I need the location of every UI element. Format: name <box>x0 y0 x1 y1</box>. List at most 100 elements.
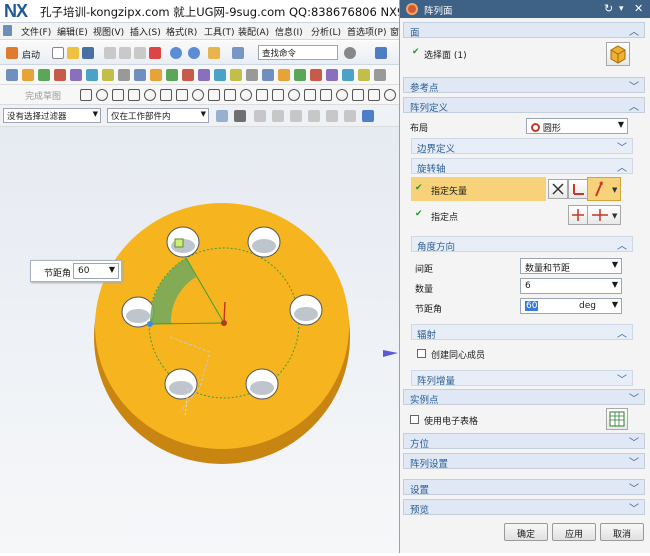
menu-file[interactable]: 文件(F) <box>21 25 51 38</box>
specify-vector-row[interactable]: ✔ 指定矢量 <box>411 177 546 201</box>
spreadsheet-checkbox[interactable] <box>410 415 419 424</box>
section-pattern-definition[interactable]: 阵列定义 ︿ <box>403 97 645 114</box>
feature-tool-icon[interactable] <box>118 69 130 81</box>
sketch-tool-icon[interactable] <box>144 89 156 101</box>
feature-tool-icon[interactable] <box>54 69 66 81</box>
sketch-tool-icon[interactable] <box>320 89 332 101</box>
section-instance-points[interactable]: 实例点 ﹀ <box>403 389 645 406</box>
select-face-button[interactable] <box>606 42 630 66</box>
sketch-tool-icon[interactable] <box>240 89 252 101</box>
repeat-command-icon[interactable] <box>208 47 220 59</box>
feature-tool-icon[interactable] <box>214 69 226 81</box>
endpoint-icon[interactable] <box>272 110 284 122</box>
sketch-tool-icon[interactable] <box>304 89 316 101</box>
sketch-tool-icon[interactable] <box>272 89 284 101</box>
sketch-tool-icon[interactable] <box>336 89 348 101</box>
center-icon[interactable] <box>308 110 320 122</box>
layout-select[interactable]: 圆形 ▼ <box>526 118 628 134</box>
select-arrow-icon[interactable] <box>234 110 246 122</box>
sketch-tool-icon[interactable] <box>208 89 220 101</box>
start-label[interactable]: 启动 <box>22 48 40 61</box>
new-file-icon[interactable] <box>52 47 64 59</box>
start-icon[interactable] <box>6 47 18 59</box>
count-input[interactable]: 6 ▼ <box>520 278 622 294</box>
sketch-tool-icon[interactable] <box>256 89 268 101</box>
vector-type-select[interactable]: ▼ <box>587 177 621 201</box>
layout-icon[interactable] <box>375 47 387 59</box>
quadrant-icon[interactable] <box>326 110 338 122</box>
point-type-select[interactable]: ▼ <box>587 205 621 225</box>
callout-input[interactable]: 60 ▼ <box>73 263 119 279</box>
menu-view[interactable]: 视图(V) <box>93 25 124 38</box>
sketch-tool-icon[interactable] <box>96 89 108 101</box>
section-rotation-axis[interactable]: 旋转轴 ︿ <box>411 158 633 175</box>
sketch-tool-icon[interactable] <box>384 89 396 101</box>
sketch-tool-icon[interactable] <box>352 89 364 101</box>
feature-tool-icon[interactable] <box>294 69 306 81</box>
feature-tool-icon[interactable] <box>134 69 146 81</box>
feature-tool-icon[interactable] <box>70 69 82 81</box>
feature-tool-icon[interactable] <box>102 69 114 81</box>
menu-assembly[interactable]: 装配(A) <box>238 25 269 38</box>
sketch-tool-icon[interactable] <box>80 89 92 101</box>
feature-tool-icon[interactable] <box>198 69 210 81</box>
feature-tool-icon[interactable] <box>22 69 34 81</box>
section-pattern-increment[interactable]: 阵列增量 ﹀ <box>411 370 633 387</box>
feature-tool-icon[interactable] <box>278 69 290 81</box>
feature-tool-icon[interactable] <box>262 69 274 81</box>
cube-view-icon[interactable] <box>362 110 374 122</box>
menu-analysis[interactable]: 分析(L) <box>311 25 341 38</box>
feature-tool-icon[interactable] <box>38 69 50 81</box>
feature-tool-icon[interactable] <box>326 69 338 81</box>
feature-tool-icon[interactable] <box>86 69 98 81</box>
save-icon[interactable] <box>82 47 94 59</box>
apply-button[interactable]: 应用 <box>552 523 596 541</box>
section-pattern-settings[interactable]: 阵列设置 ﹀ <box>403 453 645 470</box>
pitch-angle-input[interactable]: 60 deg ▼ <box>520 298 622 314</box>
feature-tool-icon[interactable] <box>246 69 258 81</box>
vector-dialog-button[interactable] <box>568 179 588 199</box>
scope-select[interactable]: 仅在工作部件内 ▼ <box>107 108 209 123</box>
point-dialog-button[interactable] <box>568 205 588 225</box>
feature-tool-icon[interactable] <box>310 69 322 81</box>
sketch-tool-icon[interactable] <box>224 89 236 101</box>
open-folder-icon[interactable] <box>67 47 79 59</box>
menu-icon[interactable] <box>3 25 12 36</box>
intersection-icon[interactable] <box>344 110 356 122</box>
window-icon[interactable] <box>232 47 244 59</box>
menu-info[interactable]: 信息(I) <box>275 25 303 38</box>
section-angle-direction[interactable]: 角度方向 ︿ <box>411 236 633 253</box>
menu-format[interactable]: 格式(R) <box>166 25 197 38</box>
feature-tool-icon[interactable] <box>358 69 370 81</box>
section-face[interactable]: 面 ︿ <box>403 22 645 39</box>
section-preview[interactable]: 预览 ﹀ <box>403 499 645 516</box>
section-radiate[interactable]: 辐射 ︿ <box>411 324 633 341</box>
feature-tool-icon[interactable] <box>6 69 18 81</box>
feature-tool-icon[interactable] <box>230 69 242 81</box>
cancel-button[interactable]: 取消 <box>600 523 644 541</box>
section-reference-point[interactable]: 参考点 ﹀ <box>403 77 645 94</box>
menu-preferences[interactable]: 首选项(P) <box>347 25 386 38</box>
menu-edit[interactable]: 编辑(E) <box>57 25 88 38</box>
copy-icon[interactable] <box>119 47 131 59</box>
command-search-input[interactable]: 查找命令 <box>258 45 338 60</box>
sketch-tool-icon[interactable] <box>160 89 172 101</box>
midpoint-icon[interactable] <box>290 110 302 122</box>
snap-icon[interactable] <box>216 110 228 122</box>
feature-tool-icon[interactable] <box>182 69 194 81</box>
delete-icon[interactable] <box>149 47 161 59</box>
graphics-window[interactable]: 节距角 60 ▼ <box>0 127 400 553</box>
redo-icon[interactable] <box>188 47 200 59</box>
concentric-checkbox[interactable] <box>417 349 426 358</box>
vector-reverse-button[interactable] <box>548 179 568 199</box>
feature-tool-icon[interactable] <box>166 69 178 81</box>
sketch-tool-icon[interactable] <box>192 89 204 101</box>
sketch-tool-icon[interactable] <box>368 89 380 101</box>
sketch-tool-icon[interactable] <box>288 89 300 101</box>
sketch-tool-icon[interactable] <box>112 89 124 101</box>
close-icon[interactable]: ✕ <box>634 2 643 15</box>
sketch-tool-icon[interactable] <box>128 89 140 101</box>
selection-filter-select[interactable]: 没有选择过滤器 ▼ <box>3 108 101 123</box>
undo-icon[interactable] <box>170 47 182 59</box>
feature-tool-icon[interactable] <box>374 69 386 81</box>
